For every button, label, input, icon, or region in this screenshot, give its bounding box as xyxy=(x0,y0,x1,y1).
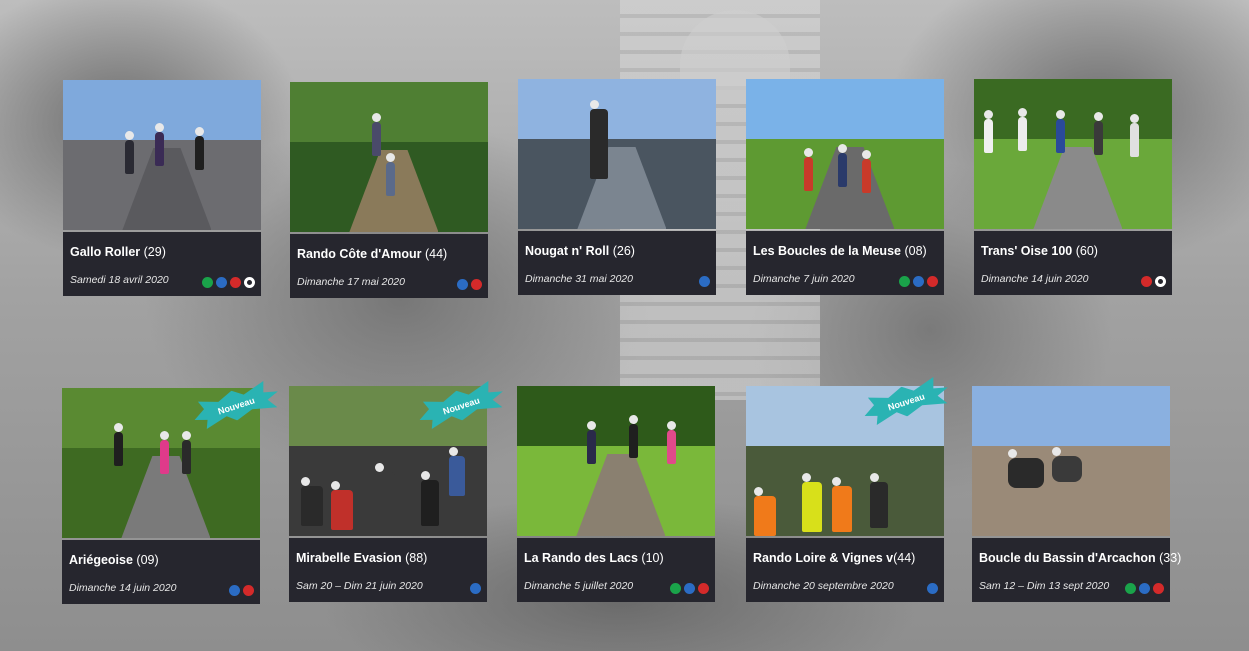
event-count: (29) xyxy=(143,245,166,259)
event-count: (60) xyxy=(1075,244,1098,258)
event-card-rando-cote-damour[interactable]: Rando Côte d'Amour (44) Dimanche 17 mai … xyxy=(290,82,488,298)
level-dots xyxy=(1125,583,1164,594)
event-count: (44) xyxy=(424,247,448,261)
event-date: Dimanche 31 mai 2020 xyxy=(525,273,633,285)
event-info: Nougat n' Roll (26) Dimanche 31 mai 2020 xyxy=(518,231,716,295)
event-info: Rando Côte d'Amour (44) Dimanche 17 mai … xyxy=(290,234,488,298)
event-info: Trans' Oise 100 (60) Dimanche 14 juin 20… xyxy=(974,231,1172,295)
event-photo xyxy=(972,386,1170,536)
green-dot-icon xyxy=(899,276,910,287)
event-date: Dimanche 14 juin 2020 xyxy=(69,582,177,594)
event-card-ariegeoise[interactable]: Ariégeoise (09) Dimanche 14 juin 2020 No… xyxy=(62,388,260,604)
event-date: Sam 20 – Dim 21 juin 2020 xyxy=(296,580,423,592)
event-name: Nougat n' Roll xyxy=(525,244,610,258)
event-info: Mirabelle Evasion (88) Sam 20 – Dim 21 j… xyxy=(289,538,487,602)
event-name: Trans' Oise 100 xyxy=(981,244,1073,258)
event-photo xyxy=(517,386,715,536)
white-ring-icon xyxy=(244,277,255,288)
level-dots xyxy=(899,276,938,287)
event-count: (09) xyxy=(136,553,159,567)
event-count: (08) xyxy=(904,244,927,258)
event-card-mirabelle-evasion[interactable]: Mirabelle Evasion (88) Sam 20 – Dim 21 j… xyxy=(289,386,487,602)
event-info: Boucle du Bassin d'Arcachon (33) Sam 12 … xyxy=(972,538,1181,602)
event-photo xyxy=(63,80,261,230)
level-dots xyxy=(457,279,482,290)
event-card-boucles-de-la-meuse[interactable]: Les Boucles de la Meuse (08) Dimanche 7 … xyxy=(746,79,944,295)
blue-dot-icon xyxy=(1139,583,1150,594)
level-dots xyxy=(699,276,710,287)
green-dot-icon xyxy=(202,277,213,288)
event-card-nougat-n-roll[interactable]: Nougat n' Roll (26) Dimanche 31 mai 2020 xyxy=(518,79,716,295)
blue-dot-icon xyxy=(927,583,938,594)
level-dots xyxy=(1141,276,1166,287)
blue-dot-icon xyxy=(229,585,240,596)
red-dot-icon xyxy=(1153,583,1164,594)
red-dot-icon xyxy=(471,279,482,290)
event-date: Sam 12 – Dim 13 sept 2020 xyxy=(979,580,1110,592)
blue-dot-icon xyxy=(470,583,481,594)
event-name: La Rando des Lacs xyxy=(524,551,638,565)
green-dot-icon xyxy=(670,583,681,594)
red-dot-icon xyxy=(243,585,254,596)
event-date: Dimanche 17 mai 2020 xyxy=(297,276,405,288)
event-count: (26) xyxy=(612,244,635,258)
event-photo xyxy=(974,79,1172,229)
level-dots xyxy=(202,277,255,288)
event-info: Les Boucles de la Meuse (08) Dimanche 7 … xyxy=(746,231,944,295)
event-date: Dimanche 20 septembre 2020 xyxy=(753,580,894,592)
event-name: Les Boucles de la Meuse xyxy=(753,244,901,258)
level-dots xyxy=(927,583,938,594)
blue-dot-icon xyxy=(684,583,695,594)
event-card-rando-loire-vignes[interactable]: Rando Loire & Vignes v(44) Dimanche 20 s… xyxy=(746,386,944,602)
blue-dot-icon xyxy=(216,277,227,288)
event-date: Samedi 18 avril 2020 xyxy=(70,274,169,286)
event-info: Rando Loire & Vignes v(44) Dimanche 20 s… xyxy=(746,538,944,602)
event-name: Rando Loire & Vignes v xyxy=(753,551,894,565)
red-dot-icon xyxy=(1141,276,1152,287)
blue-dot-icon xyxy=(699,276,710,287)
white-ring-icon xyxy=(1155,276,1166,287)
event-info: Ariégeoise (09) Dimanche 14 juin 2020 xyxy=(62,540,260,604)
red-dot-icon xyxy=(698,583,709,594)
red-dot-icon xyxy=(230,277,241,288)
event-card-gallo-roller[interactable]: Gallo Roller (29) Samedi 18 avril 2020 xyxy=(63,80,261,296)
green-dot-icon xyxy=(1125,583,1136,594)
event-date: Dimanche 5 juillet 2020 xyxy=(524,580,634,592)
event-count: (33) xyxy=(1159,551,1182,565)
blue-dot-icon xyxy=(913,276,924,287)
blue-dot-icon xyxy=(457,279,468,290)
event-photo xyxy=(290,82,488,232)
event-count: (10) xyxy=(641,551,664,565)
event-count: (88) xyxy=(405,551,428,565)
event-card-boucle-bassin-arcachon[interactable]: Boucle du Bassin d'Arcachon (33) Sam 12 … xyxy=(972,386,1181,602)
event-date: Dimanche 14 juin 2020 xyxy=(981,273,1089,285)
event-photo xyxy=(518,79,716,229)
event-count: (44) xyxy=(893,551,916,565)
event-card-la-rando-des-lacs[interactable]: La Rando des Lacs (10) Dimanche 5 juille… xyxy=(517,386,715,602)
level-dots xyxy=(670,583,709,594)
event-name: Ariégeoise xyxy=(69,553,133,567)
event-photo xyxy=(746,79,944,229)
red-dot-icon xyxy=(927,276,938,287)
level-dots xyxy=(229,585,254,596)
event-name: Gallo Roller xyxy=(70,245,141,259)
level-dots xyxy=(470,583,481,594)
event-name: Mirabelle Evasion xyxy=(296,551,402,565)
event-name: Boucle du Bassin d'Arcachon xyxy=(979,551,1156,565)
event-info: La Rando des Lacs (10) Dimanche 5 juille… xyxy=(517,538,715,602)
event-name: Rando Côte d'Amour xyxy=(297,247,422,261)
event-date: Dimanche 7 juin 2020 xyxy=(753,273,855,285)
event-card-trans-oise-100[interactable]: Trans' Oise 100 (60) Dimanche 14 juin 20… xyxy=(974,79,1172,295)
event-info: Gallo Roller (29) Samedi 18 avril 2020 xyxy=(63,232,261,296)
